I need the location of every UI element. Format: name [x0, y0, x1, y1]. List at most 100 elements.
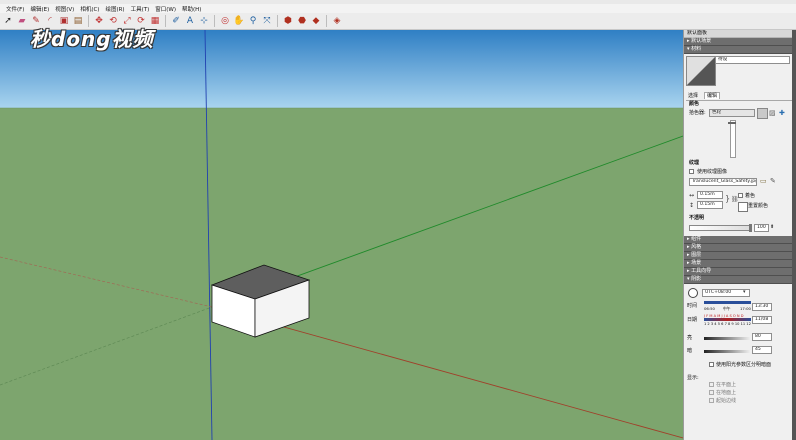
styles-header[interactable]: ▸ 风格 — [684, 244, 796, 252]
model-viewport[interactable] — [0, 30, 683, 440]
dark-label: 暗 — [687, 348, 693, 354]
opacity-spinner-icon[interactable]: ⬍ — [770, 224, 774, 230]
time-noon-label: 中午 — [723, 306, 731, 311]
toolbar-separator — [214, 15, 215, 27]
opacity-section-title: 不透明 — [689, 215, 705, 221]
collapsed-panels: ▸ 组件 ▸ 风格 ▸ 图层 ▸ 场景 ▸ 工具向导 ▾ 阴影 — [684, 236, 796, 284]
light-slider[interactable] — [704, 337, 750, 340]
orbit-icon[interactable]: ◎ — [219, 15, 231, 27]
text-icon[interactable]: ✐ — [170, 15, 182, 27]
date-value-field[interactable]: 11/08 — [752, 316, 772, 324]
zoom-extents-icon[interactable]: ⤧ — [261, 15, 273, 27]
menu-help[interactable]: 帮助(H) — [182, 5, 201, 13]
scene-canvas[interactable] — [0, 30, 683, 440]
components-header[interactable]: ▸ 组件 — [684, 236, 796, 244]
section-icon[interactable]: ◈ — [331, 15, 343, 27]
sample-paint-icon[interactable]: ✚ — [779, 109, 785, 117]
light-value-field[interactable]: 80 — [752, 333, 772, 341]
colorize-label: 着色 — [745, 193, 756, 199]
zoom-icon[interactable]: ⚲ — [247, 15, 259, 27]
time-value-field[interactable]: 13:30 — [752, 303, 772, 311]
colorize-checkbox[interactable] — [738, 193, 743, 198]
axes-icon[interactable]: A — [184, 15, 196, 27]
picker-label: 拾色器: — [689, 110, 706, 116]
reset-color-swatch[interactable] — [738, 202, 748, 212]
tray-title: 默认面板 — [684, 30, 796, 38]
texture-file-field[interactable]: Translucent_Glass_Safety.jpg — [689, 178, 757, 186]
shadow-toggle-icon[interactable] — [688, 288, 698, 298]
extension-icon[interactable]: ⬣ — [296, 15, 308, 27]
time-slider[interactable] — [704, 301, 751, 304]
aspect-lock-icon[interactable]: } — [725, 194, 730, 203]
edit-texture-icon[interactable]: ✎ — [770, 177, 776, 185]
on-ground-label: 在地面上 — [716, 390, 737, 396]
pan-icon[interactable]: ✋ — [233, 15, 245, 27]
menu-bar: 文件(F) 编辑(E) 视图(V) 相机(C) 绘图(R) 工具(T) 窗口(W… — [0, 4, 796, 13]
on-ground-checkbox[interactable] — [709, 390, 714, 395]
shadows-header[interactable]: ▾ 阴影 — [684, 276, 796, 284]
color-picker-select[interactable]: 色轮 — [709, 109, 755, 117]
date-label: 日期 — [687, 317, 698, 323]
scenes-header[interactable]: ▸ 默认场景 — [684, 38, 796, 46]
window-edge — [792, 30, 796, 440]
browse-folder-icon[interactable]: ▭ — [760, 177, 767, 185]
toolbar-separator — [326, 15, 327, 27]
on-faces-label: 在平面上 — [716, 382, 737, 388]
display-label: 显示: — [687, 375, 699, 381]
tab-edit[interactable]: 编辑 — [704, 92, 721, 99]
scenes-panel-header[interactable]: ▸ 场景 — [684, 260, 796, 268]
dark-value-field[interactable]: 45 — [752, 346, 772, 354]
menu-draw[interactable]: 绘图(R) — [105, 5, 124, 13]
texture-section-title: 纹理 — [689, 160, 700, 166]
from-edges-label: 起始边线 — [716, 398, 737, 404]
time-start-label: 06:50 — [704, 306, 715, 311]
watermark-logo: 秒dong视频 — [30, 27, 154, 51]
month-numbers: 1 2 3 4 5 6 7 8 9 10 11 12 — [704, 322, 751, 326]
from-edges-checkbox[interactable] — [709, 398, 714, 403]
brightness-slider[interactable] — [730, 120, 736, 158]
layers-header[interactable]: ▸ 图层 — [684, 252, 796, 260]
instructor-header[interactable]: ▸ 工具向导 — [684, 268, 796, 276]
width-arrow-icon: ↔ — [689, 192, 695, 199]
match-model-color-icon[interactable]: ▨ — [769, 109, 776, 117]
sun-shading-checkbox[interactable] — [709, 362, 714, 367]
material-preview — [686, 56, 716, 86]
texture-height-field[interactable]: 0.15m — [697, 201, 723, 209]
reset-color-label[interactable]: 重置颜色 — [748, 203, 768, 209]
opacity-value-field[interactable]: 100 — [754, 224, 769, 232]
ruby-icon[interactable]: ◆ — [310, 15, 322, 27]
use-texture-checkbox[interactable] — [689, 169, 694, 174]
menu-edit[interactable]: 编辑(E) — [30, 5, 49, 13]
light-label: 亮 — [687, 335, 693, 341]
select-arrow-icon[interactable]: ➚ — [2, 15, 14, 27]
sun-shading-label: 使用阳光参数区分明暗面 — [716, 362, 772, 368]
dimension-icon[interactable]: ⊹ — [198, 15, 210, 27]
material-name-field[interactable]: 待设 — [715, 56, 790, 64]
time-label: 时间 — [687, 303, 698, 309]
toolbar-separator — [277, 15, 278, 27]
eraser-icon[interactable]: ▰ — [16, 15, 28, 27]
menu-file[interactable]: 文件(F) — [6, 5, 24, 13]
opacity-slider-thumb[interactable] — [749, 224, 752, 232]
color-swatch[interactable] — [757, 108, 768, 119]
menu-window[interactable]: 窗口(W) — [155, 5, 176, 13]
warehouse-icon[interactable]: ⬢ — [282, 15, 294, 27]
color-section-title: 颜色 — [689, 101, 700, 107]
toolbar-separator — [165, 15, 166, 27]
texture-width-field[interactable]: 0.15m — [697, 191, 723, 199]
time-end-label: 17:00 — [740, 306, 751, 311]
dark-slider[interactable] — [704, 350, 750, 353]
use-texture-label: 使用纹理图像 — [697, 169, 728, 175]
height-arrow-icon: ↕ — [689, 202, 695, 209]
opacity-slider[interactable] — [689, 225, 751, 231]
ground — [0, 108, 683, 440]
brightness-slider-thumb[interactable] — [728, 122, 736, 124]
materials-header[interactable]: ▾ 材料 — [684, 46, 796, 54]
on-faces-checkbox[interactable] — [709, 382, 714, 387]
tab-select[interactable]: 选择 — [688, 93, 698, 99]
menu-view[interactable]: 视图(V) — [55, 5, 74, 13]
timezone-dropdown-icon[interactable]: ▾ — [743, 289, 746, 295]
menu-camera[interactable]: 相机(C) — [80, 5, 99, 13]
default-tray: 默认面板 ▸ 默认场景 ▾ 材料 待设 选择 编辑 颜色 拾色器: 色轮 ▨ ✚… — [683, 30, 796, 440]
menu-tools[interactable]: 工具(T) — [131, 5, 150, 13]
